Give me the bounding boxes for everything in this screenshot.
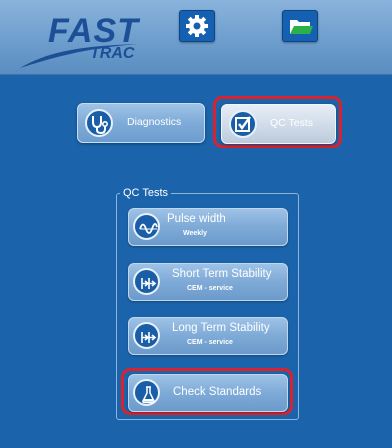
top-bar: FAST TRAC (0, 0, 392, 75)
gear-icon (186, 15, 208, 37)
diagnostics-button[interactable]: Diagnostics (77, 103, 205, 143)
check-standards-button[interactable]: Check Standards (128, 374, 288, 412)
pulse-icon (133, 213, 160, 240)
short-term-stability-subtitle: CEM - service (187, 285, 233, 292)
qc-tests-group-title: QC Tests (120, 187, 172, 199)
pulse-width-title: Pulse width (167, 213, 226, 225)
long-term-stability-subtitle: CEM - service (187, 339, 233, 346)
checkbox-icon (228, 109, 258, 139)
pulse-width-button[interactable]: Pulse width Weekly (128, 208, 288, 246)
stability-icon (133, 268, 160, 295)
qc-tests-button[interactable]: QC Tests (221, 104, 336, 144)
diagnostics-label: Diagnostics (127, 116, 182, 128)
qc-tests-label: QC Tests (270, 117, 313, 129)
long-term-stability-button[interactable]: Long Term Stability CEM - service (128, 317, 288, 355)
open-folder-button[interactable] (282, 10, 318, 42)
logo-word-fast: FAST (48, 12, 139, 50)
logo-word-trac: TRAC (90, 45, 135, 62)
long-term-stability-title: Long Term Stability (172, 322, 270, 334)
folder-icon (290, 20, 313, 34)
flask-icon (133, 379, 160, 406)
fasttrac-logo: FAST TRAC (18, 12, 148, 70)
check-standards-title: Check Standards (173, 386, 262, 398)
settings-button[interactable] (179, 10, 215, 42)
stability-icon (133, 322, 160, 349)
pulse-width-subtitle: Weekly (183, 230, 207, 237)
stethoscope-icon (84, 108, 114, 138)
short-term-stability-title: Short Term Stability (172, 268, 272, 280)
short-term-stability-button[interactable]: Short Term Stability CEM - service (128, 263, 288, 301)
